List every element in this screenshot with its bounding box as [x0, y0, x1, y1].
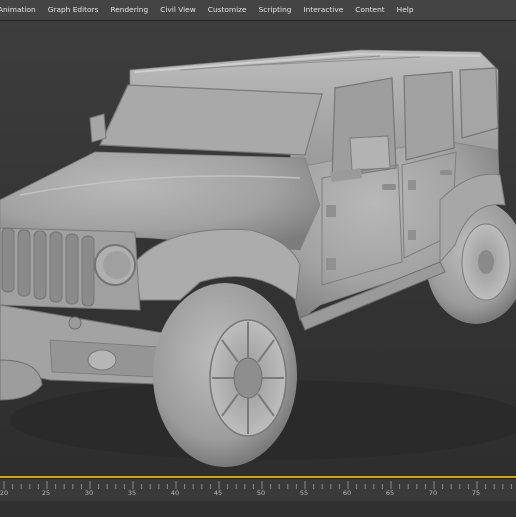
- menu-interactive[interactable]: Interactive: [297, 0, 349, 20]
- door-handle-front: [382, 184, 396, 190]
- tick-label: 35: [127, 489, 137, 497]
- menu-customize[interactable]: Customize: [202, 0, 253, 20]
- tick-label: 55: [299, 489, 309, 497]
- menu-graph-editors[interactable]: Graph Editors: [42, 0, 105, 20]
- menu-bar: Animation Graph Editors Rendering Civil …: [0, 0, 516, 21]
- perspective-viewport[interactable]: [0, 21, 516, 479]
- tick-label: 45: [213, 489, 223, 497]
- tick-label: 20: [0, 489, 9, 497]
- tick-label: 50: [256, 489, 266, 497]
- tick-label: 60: [342, 489, 352, 497]
- left-mirror: [89, 113, 107, 143]
- tick-label: 75: [471, 489, 481, 497]
- menu-scripting[interactable]: Scripting: [253, 0, 298, 20]
- side-mirror: [349, 135, 391, 171]
- tick-label: 30: [84, 489, 94, 497]
- tick-label: 40: [170, 489, 180, 497]
- timeline-track[interactable]: [0, 501, 516, 517]
- menu-help[interactable]: Help: [391, 0, 420, 20]
- fog-light: [87, 349, 117, 371]
- tick-label: 65: [385, 489, 395, 497]
- rear-side-window: [403, 71, 455, 161]
- menu-rendering[interactable]: Rendering: [104, 0, 154, 20]
- menu-animation[interactable]: Animation: [0, 0, 42, 20]
- windshield: [99, 84, 323, 156]
- timeline-ruler[interactable]: 20 25 30 35 40 45 50 55 60 65 70 75: [0, 478, 516, 517]
- menu-civil-view[interactable]: Civil View: [154, 0, 202, 20]
- tow-hook: [68, 316, 82, 330]
- tick-label: 70: [428, 489, 438, 497]
- jeep-model[interactable]: [0, 21, 516, 479]
- back-quarter-window: [459, 67, 499, 139]
- menu-content[interactable]: Content: [349, 0, 390, 20]
- tick-label: 25: [41, 489, 51, 497]
- door-handle-rear: [440, 170, 452, 175]
- front-wheel: [153, 283, 297, 467]
